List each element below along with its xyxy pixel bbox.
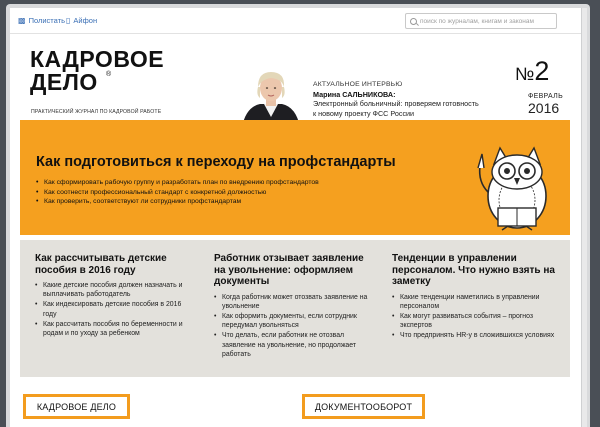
article-title-3[interactable]: Тенденции в управлении персоналом. Что н…: [392, 253, 557, 288]
article-column-2[interactable]: Работник отзывает заявление на увольнени…: [214, 253, 374, 359]
issue-number-prefix: №: [515, 64, 535, 84]
search-box[interactable]: [405, 13, 557, 29]
iphone-link[interactable]: ▯ Айфон: [66, 16, 97, 25]
article-column-3[interactable]: Тенденции в управлении персоналом. Что н…: [392, 253, 557, 341]
scrollbar[interactable]: [581, 8, 587, 427]
articles-panel: Как рассчитывать детские пособия в 2016 …: [20, 240, 570, 377]
article-list-3: Какие тенденции наметились в управлении …: [392, 293, 557, 341]
article-item: Когда работник может отозвать заявление …: [214, 293, 374, 311]
article-list-1: Какие детские пособия должен назначать и…: [35, 281, 195, 338]
article-title-2[interactable]: Работник отзывает заявление на увольнени…: [214, 253, 374, 288]
interview-portrait[interactable]: [238, 67, 304, 127]
kadrovoe-delo-button[interactable]: КАДРОВОЕ ДЕЛО: [23, 394, 130, 419]
article-item: Что делать, если работник не отозвал зая…: [214, 331, 374, 359]
article-item: Как могут развиваться события – прогноз …: [392, 312, 557, 330]
issue-number: №2: [515, 58, 549, 88]
search-icon: [410, 17, 417, 25]
dokumentooborot-button[interactable]: ДОКУМЕНТООБОРОТ: [302, 394, 425, 419]
registered-mark: ®: [106, 71, 112, 78]
article-item: Какие детские пособия должен назначать и…: [35, 281, 195, 299]
magazine-page: ▩ Полистать ▯ Айфон КАДРОВОЕ ДЕЛО ® ПРАК…: [10, 8, 581, 427]
magazine-subtitle: ПРАКТИЧЕСКИЙ ЖУРНАЛ ПО КАДРОВОЙ РАБОТЕ: [31, 109, 162, 115]
feature-list: Как сформировать рабочую группу и разраб…: [36, 178, 319, 207]
issue-year: 2016: [528, 100, 560, 116]
interview-text: Электронный больничный: проверяем готовн…: [313, 99, 479, 118]
flip-link[interactable]: ▩ Полистать: [18, 16, 65, 25]
article-item: Как оформить документы, если сотрудник п…: [214, 312, 374, 330]
article-column-1[interactable]: Как рассчитывать детские пособия в 2016 …: [35, 253, 195, 338]
interview-name: Марина САЛЬНИКОВА:: [313, 89, 396, 99]
feature-item[interactable]: Как сформировать рабочую группу и разраб…: [36, 178, 319, 188]
phone-icon: ▯: [66, 15, 71, 25]
article-list-2: Когда работник может отозвать заявление …: [214, 293, 374, 359]
article-item: Как рассчитать пособия по беременности и…: [35, 320, 195, 338]
feature-item[interactable]: Как соотнести профессиональный стандарт …: [36, 188, 319, 198]
flip-link-label: Полистать: [28, 16, 65, 25]
top-bar: ▩ Полистать ▯ Айфон: [10, 8, 581, 34]
iphone-link-label: Айфон: [73, 16, 98, 25]
issue-number-value: 2: [534, 56, 550, 86]
interview-teaser[interactable]: АКТУАЛЬНОЕ ИНТЕРВЬЮ Марина САЛЬНИКОВА: Э…: [313, 80, 483, 118]
article-item: Как индексировать детские пособия в 2016…: [35, 300, 195, 318]
article-item: Какие тенденции наметились в управлении …: [392, 293, 557, 311]
article-title-1[interactable]: Как рассчитывать детские пособия в 2016 …: [35, 253, 195, 276]
monitor-icon: ▩: [18, 15, 26, 25]
search-input[interactable]: [420, 17, 555, 25]
feature-banner[interactable]: Как подготовиться к переходу на профстан…: [20, 120, 570, 235]
owl-illustration: [477, 146, 547, 231]
article-item: Что предпринять HR-у в сложившихся услов…: [392, 331, 557, 340]
issue-month: ФЕВРАЛЬ: [528, 93, 563, 100]
feature-title[interactable]: Как подготовиться к переходу на профстан…: [36, 154, 396, 170]
magazine-logo[interactable]: КАДРОВОЕ ДЕЛО: [30, 48, 210, 94]
interview-kicker: АКТУАЛЬНОЕ ИНТЕРВЬЮ: [313, 81, 403, 88]
feature-item[interactable]: Как проверить, соответствуют ли сотрудни…: [36, 197, 319, 207]
